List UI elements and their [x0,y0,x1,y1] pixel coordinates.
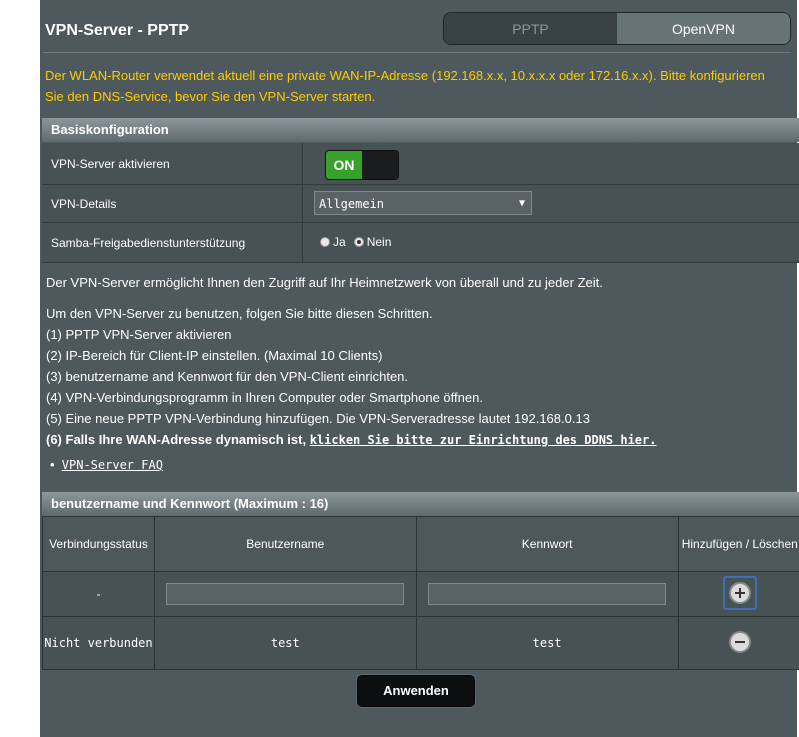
accounts-table: Verbindungsstatus Benutzername Kennwort … [42,516,799,670]
col-status: Verbindungsstatus [42,516,155,572]
row-divider [302,143,303,184]
col-add-delete: Hinzufügen / Löschen [677,516,799,572]
samba-no-radio[interactable] [353,237,364,247]
row-password: test [415,616,679,670]
step-1: (1) PPTP VPN-Server aktivieren [46,327,232,342]
minus-circle-icon [728,630,751,653]
tab-pptp[interactable]: PPTP [444,13,617,44]
new-username-cell [153,571,417,617]
samba-label: Samba-Freigabedienstunterstützung [51,236,246,250]
protocol-tabs: PPTP OpenVPN [443,12,791,45]
enable-vpn-row: VPN-Server aktivieren ON [42,143,799,185]
row-username: test [153,616,417,670]
vpn-intro-text: Der VPN-Server ermöglicht Ihnen den Zugr… [46,275,603,290]
basic-config-heading: Basiskonfiguration [42,118,799,142]
apply-button[interactable]: Anwenden [356,674,476,708]
private-ip-warning: Der WLAN-Router verwendet aktuell eine p… [45,68,765,104]
samba-row: Samba-Freigabedienstunterstützung Ja Nei… [42,223,799,263]
col-password: Kennwort [415,516,679,572]
new-account-status: - [42,571,155,617]
enable-vpn-label: VPN-Server aktivieren [51,157,170,171]
step-6: (6) Falls Ihre WAN-Adresse dynamisch ist… [46,429,656,451]
samba-yes-radio[interactable] [320,237,330,247]
accounts-heading: benutzername und Kennwort (Maximum : 16) [42,492,799,516]
add-cell [677,571,799,617]
delete-account-button[interactable] [723,625,757,659]
vpn-details-select[interactable]: Allgemein ▼ [314,191,532,215]
new-password-input[interactable] [428,583,667,605]
vpn-details-value: Allgemein [319,197,385,211]
ddns-link[interactable]: klicken Sie bitte zur Einrichtung des DD… [310,433,657,447]
toggle-knob [362,151,398,179]
vpn-steps: Um den VPN-Server zu benutzen, folgen Si… [46,303,656,451]
steps-heading: Um den VPN-Server zu benutzen, folgen Si… [46,306,433,321]
title-divider [43,52,791,53]
vpn-details-label: VPN-Details [51,197,117,211]
row-divider [302,223,303,262]
caret-down-icon: ▼ [518,198,525,209]
samba-radio-group: Ja Nein [320,235,391,249]
new-password-cell [415,571,679,617]
add-account-button[interactable] [722,575,757,610]
step-5: (5) Eine neue PPTP VPN-Verbindung hinzuf… [46,411,590,426]
bullet-icon: • [50,457,62,472]
page-title: VPN-Server - PPTP [45,22,190,39]
toggle-on-label: ON [326,151,362,179]
new-account-row: - [42,571,799,617]
col-username: Benutzername [153,516,417,572]
step-3: (3) benutzername and Kennwort für den VP… [46,369,409,384]
vpn-enable-toggle[interactable]: ON [325,150,399,180]
delete-cell [677,616,799,670]
vpn-details-row: VPN-Details Allgemein ▼ [42,185,799,223]
table-header-row: Verbindungsstatus Benutzername Kennwort … [42,516,799,572]
samba-yes-label: Ja [333,235,346,249]
step-2: (2) IP-Bereich für Client-IP einstellen.… [46,348,383,363]
row-status: Nicht verbunden [42,616,155,670]
vpn-server-panel: VPN-Server - PPTP PPTP OpenVPN Der WLAN-… [40,0,799,737]
plus-circle-icon [728,581,751,604]
step-6-text: (6) Falls Ihre WAN-Adresse dynamisch ist… [46,432,310,447]
table-row: Nicht verbunden test test [42,616,799,670]
step-4: (4) VPN-Verbindungsprogramm in Ihren Com… [46,390,483,405]
row-divider [302,185,303,222]
samba-no-label: Nein [366,235,392,249]
faq-link[interactable]: VPN-Server FAQ [62,458,163,472]
faq-item: • VPN-Server FAQ [50,454,163,476]
new-username-input[interactable] [166,583,405,605]
tab-openvpn[interactable]: OpenVPN [617,13,790,44]
